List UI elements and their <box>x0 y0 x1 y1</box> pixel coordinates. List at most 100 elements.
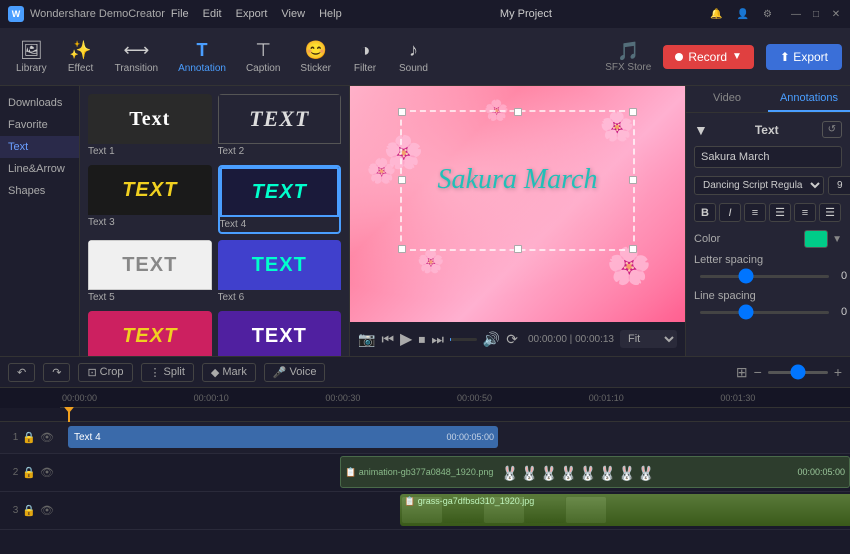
left-item-shapes[interactable]: Shapes <box>0 180 79 202</box>
track-lock-2[interactable]: 🔒 <box>22 466 36 479</box>
annotation-item-2[interactable]: TEXT Text 2 <box>218 94 342 159</box>
playhead-head <box>64 407 74 413</box>
fullscreen-btn[interactable]: ⟳ <box>506 331 518 348</box>
annotation-item-4[interactable]: TEXT Text 4 <box>218 165 342 234</box>
annotation-item-3[interactable]: TEXT Text 3 <box>88 165 212 234</box>
align-center-btn[interactable]: ☰ <box>769 203 791 222</box>
align-right-btn[interactable]: ≡ <box>794 203 816 222</box>
left-item-linearrow[interactable]: Line&Arrow <box>0 158 79 180</box>
caption-icon: ⊤ <box>255 40 271 61</box>
stop-btn[interactable]: ⏹ <box>418 331 425 348</box>
screenshot-btn[interactable]: 📷 <box>358 331 375 348</box>
prev-btn[interactable]: ⏮ <box>381 331 394 348</box>
track-clip-text[interactable]: Text 4 00:00:05:00 <box>68 426 498 448</box>
text-input[interactable] <box>694 146 842 168</box>
minimize-btn[interactable]: — <box>790 8 802 20</box>
section-title: Text <box>755 123 779 137</box>
track-lock-3[interactable]: 🔒 <box>22 504 36 517</box>
animation-clip[interactable]: 📋 animation-gb377a0848_1920.png 00:00:05… <box>340 456 850 488</box>
ann-label-6: Text 6 <box>218 290 342 305</box>
progress-fill <box>450 338 451 341</box>
ann-thumb-6: TEXT <box>218 240 342 290</box>
reset-button[interactable]: ↺ <box>822 121 842 138</box>
menu-export[interactable]: Export <box>236 8 268 20</box>
fit-select[interactable]: Fit 100% 50% <box>620 330 677 348</box>
bold-btn[interactable]: B <box>694 203 716 222</box>
redo-btn[interactable]: ↷ <box>43 363 70 382</box>
track-eye-3[interactable]: 👁 <box>40 504 54 517</box>
annotation-item-5[interactable]: TEXT Text 5 <box>88 240 212 305</box>
time-mark-0: 00:00:00 <box>60 393 192 403</box>
list-btn[interactable]: ☰ <box>819 203 841 222</box>
playhead-marker <box>68 408 70 422</box>
split-btn[interactable]: ⋮ Split <box>141 363 194 382</box>
tool-library[interactable]: 🖼 Library <box>8 36 55 78</box>
sfx-store-btn[interactable]: 🎵 SFX Store <box>597 37 659 77</box>
menu-file[interactable]: File <box>171 8 189 20</box>
tool-caption[interactable]: ⊤ Caption <box>238 36 288 78</box>
maximize-btn[interactable]: □ <box>810 8 822 20</box>
track-content-2: 📋 animation-gb377a0848_1920.png 00:00:05… <box>60 454 850 491</box>
ann-thumb-4: TEXT <box>220 167 340 217</box>
font-select[interactable]: Dancing Script Regula <box>694 176 824 195</box>
track-eye-1[interactable]: 👁 <box>40 431 54 444</box>
tool-annotation[interactable]: T Annotation <box>170 36 234 78</box>
decor-flowers4: 🌸 <box>607 245 652 287</box>
zoom-slider[interactable] <box>768 371 828 374</box>
zoom-in-btn[interactable]: + <box>834 364 842 380</box>
color-dropdown-icon[interactable]: ▼ <box>832 234 842 245</box>
ann-label-1: Text 1 <box>88 144 212 159</box>
tool-sound[interactable]: ♪ Sound <box>391 36 436 78</box>
progress-bar[interactable] <box>450 338 477 341</box>
annotation-item-7[interactable]: TEXT Text 7 <box>88 311 212 356</box>
track-eye-2[interactable]: 👁 <box>40 466 54 479</box>
left-item-text[interactable]: Text <box>0 136 79 158</box>
voice-btn[interactable]: 🎤 Voice <box>264 363 326 382</box>
tab-annotations[interactable]: Annotations <box>768 86 850 112</box>
playhead-row <box>0 408 850 422</box>
tool-sticker[interactable]: 😊 Sticker <box>292 36 339 78</box>
ann-label-3: Text 3 <box>88 215 212 230</box>
color-swatch[interactable] <box>804 230 828 248</box>
crop-icon: ⊡ <box>87 366 96 379</box>
tab-video[interactable]: Video <box>686 86 768 112</box>
zoom-controls: ⊞ − + <box>736 364 842 381</box>
annotation-item-6[interactable]: TEXT Text 6 <box>218 240 342 305</box>
undo-btn[interactable]: ↶ <box>8 363 35 382</box>
crop-btn[interactable]: ⊡ Crop <box>78 363 132 382</box>
time-mark-4: 00:01:10 <box>587 393 719 403</box>
annotation-item-8[interactable]: TEXT Text 8 <box>218 311 342 356</box>
tool-transition[interactable]: ⟷ Transition <box>107 36 167 78</box>
line-spacing-slider[interactable] <box>700 311 829 314</box>
volume-btn[interactable]: 🔊 <box>483 331 500 348</box>
play-btn[interactable]: ▶ <box>400 329 412 349</box>
italic-btn[interactable]: I <box>719 203 741 222</box>
grass-clip[interactable]: 📋 grass-ga7dfbsd310_1920.jpg 00:00:05:00 <box>400 494 850 526</box>
next-btn[interactable]: ⏭ <box>431 331 444 348</box>
close-btn[interactable]: ✕ <box>830 8 842 20</box>
time-display: 00:00:00 | 00:00:13 <box>528 334 614 345</box>
menu-help[interactable]: Help <box>319 8 342 20</box>
align-left-btn[interactable]: ≡ <box>744 203 766 222</box>
left-item-favorite[interactable]: Favorite <box>0 114 79 136</box>
letter-spacing-label: Letter spacing <box>694 254 763 266</box>
mark-btn[interactable]: ◆ Mark <box>202 363 256 382</box>
tool-filter[interactable]: ◑ Filter <box>343 36 387 78</box>
record-button[interactable]: Record ▼ <box>663 45 754 69</box>
format-row: B I ≡ ☰ ≡ ☰ <box>694 203 842 222</box>
sticker-icon: 😊 <box>304 40 326 61</box>
font-size-select[interactable]: 96 72 48 <box>828 176 850 195</box>
track-lock-1[interactable]: 🔒 <box>22 431 36 444</box>
menu-view[interactable]: View <box>281 8 305 20</box>
annotation-item-1[interactable]: Text Text 1 <box>88 94 212 159</box>
menu-edit[interactable]: Edit <box>203 8 222 20</box>
export-button[interactable]: ⬆ Export <box>766 44 842 70</box>
zoom-fit-btn[interactable]: ⊞ <box>736 364 748 381</box>
zoom-out-btn[interactable]: − <box>754 364 762 380</box>
ann-thumb-5: TEXT <box>88 240 212 290</box>
left-item-downloads[interactable]: Downloads <box>0 92 79 114</box>
tool-effect[interactable]: ✨ Effect <box>59 36 103 78</box>
time-mark-1: 00:00:10 <box>192 393 324 403</box>
expand-icon[interactable]: ▼ <box>694 122 708 138</box>
letter-spacing-slider[interactable] <box>700 275 829 278</box>
